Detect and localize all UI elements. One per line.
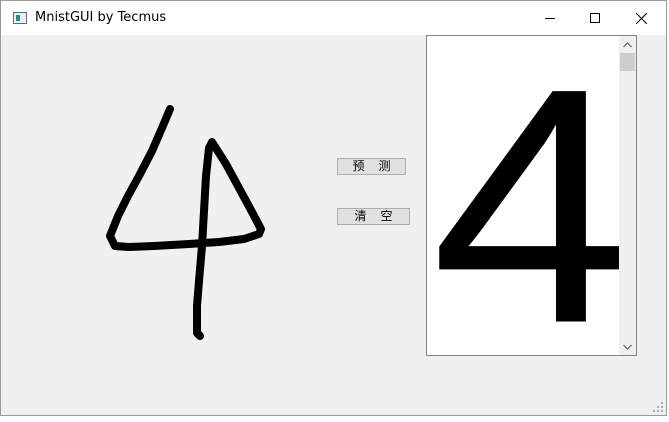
scroll-down-button[interactable] xyxy=(619,338,636,355)
minimize-button[interactable] xyxy=(527,1,573,35)
scroll-thumb[interactable] xyxy=(620,53,635,71)
predicted-digit: 4 xyxy=(431,35,632,356)
resize-grip-icon[interactable] xyxy=(653,402,663,412)
app-window: MnistGUI by Tecmus 预测 清空 4 xyxy=(0,0,667,416)
vertical-scrollbar[interactable] xyxy=(619,36,636,355)
handwritten-strokes xyxy=(106,105,265,340)
minimize-icon xyxy=(545,18,555,19)
title-bar[interactable]: MnistGUI by Tecmus xyxy=(1,1,666,35)
drawing-canvas[interactable] xyxy=(4,36,322,414)
maximize-icon xyxy=(590,13,600,23)
chevron-up-icon xyxy=(623,41,632,47)
close-button[interactable] xyxy=(618,1,664,35)
close-icon xyxy=(635,12,647,24)
scroll-up-button[interactable] xyxy=(619,36,636,53)
chevron-down-icon xyxy=(623,344,632,350)
app-icon[interactable] xyxy=(13,12,27,24)
result-panel: 4 xyxy=(426,35,637,356)
predict-button[interactable]: 预测 xyxy=(337,158,406,175)
clear-button[interactable]: 清空 xyxy=(337,208,410,225)
window-title: MnistGUI by Tecmus xyxy=(35,10,167,25)
maximize-button[interactable] xyxy=(572,1,618,35)
